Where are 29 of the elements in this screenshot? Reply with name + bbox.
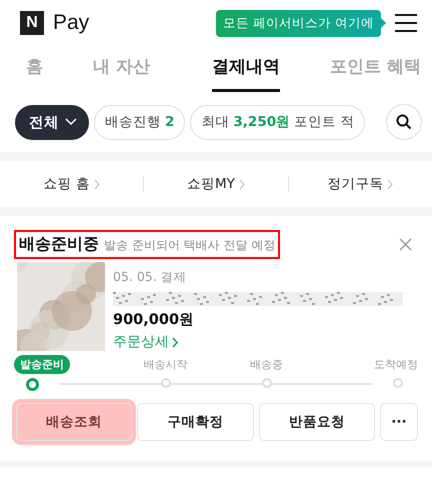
logo-text: Pay [53, 11, 90, 35]
close-icon[interactable] [399, 238, 412, 251]
shortcut-link[interactable]: 쇼핑 홈 [0, 175, 144, 193]
action-button[interactable]: 구매확정 [137, 403, 254, 441]
chevron-right-icon [172, 336, 178, 348]
shortcut-link[interactable]: 쇼핑MY [144, 175, 288, 193]
step-label: 도착예정 [374, 357, 418, 373]
logo-mark: N [20, 11, 44, 35]
order-price: 900,000원 [113, 311, 196, 329]
action-button[interactable]: 반품요청 [258, 403, 375, 441]
shortcut-link[interactable]: 정기구독 [288, 175, 432, 193]
tab[interactable]: 결제내역 [212, 46, 280, 92]
order-date: 05. 05. 결제 [113, 269, 188, 286]
filter-chip[interactable]: 배송진행 2 [94, 104, 186, 140]
more-button[interactable]: ··· [380, 403, 418, 441]
search-icon [396, 114, 412, 130]
step-label: 배송시작 [144, 357, 188, 373]
filter-dropdown[interactable]: 전체 [15, 104, 89, 140]
chevron-right-icon [94, 178, 100, 190]
chevron-right-icon [238, 178, 245, 190]
status-title: 배송준비중 [19, 234, 99, 255]
chevron-right-icon [387, 178, 394, 190]
step-label: 발송준비 [14, 355, 70, 374]
status-note: 발송 준비되어 택배사 전달 예정 [104, 237, 276, 254]
menu-icon[interactable] [394, 13, 418, 33]
step-label: 배송중 [250, 357, 283, 373]
filter-chip[interactable]: 최대 3,250원 포인트 적 [190, 104, 366, 140]
chevron-down-icon [65, 118, 77, 126]
search-button[interactable] [386, 104, 422, 140]
